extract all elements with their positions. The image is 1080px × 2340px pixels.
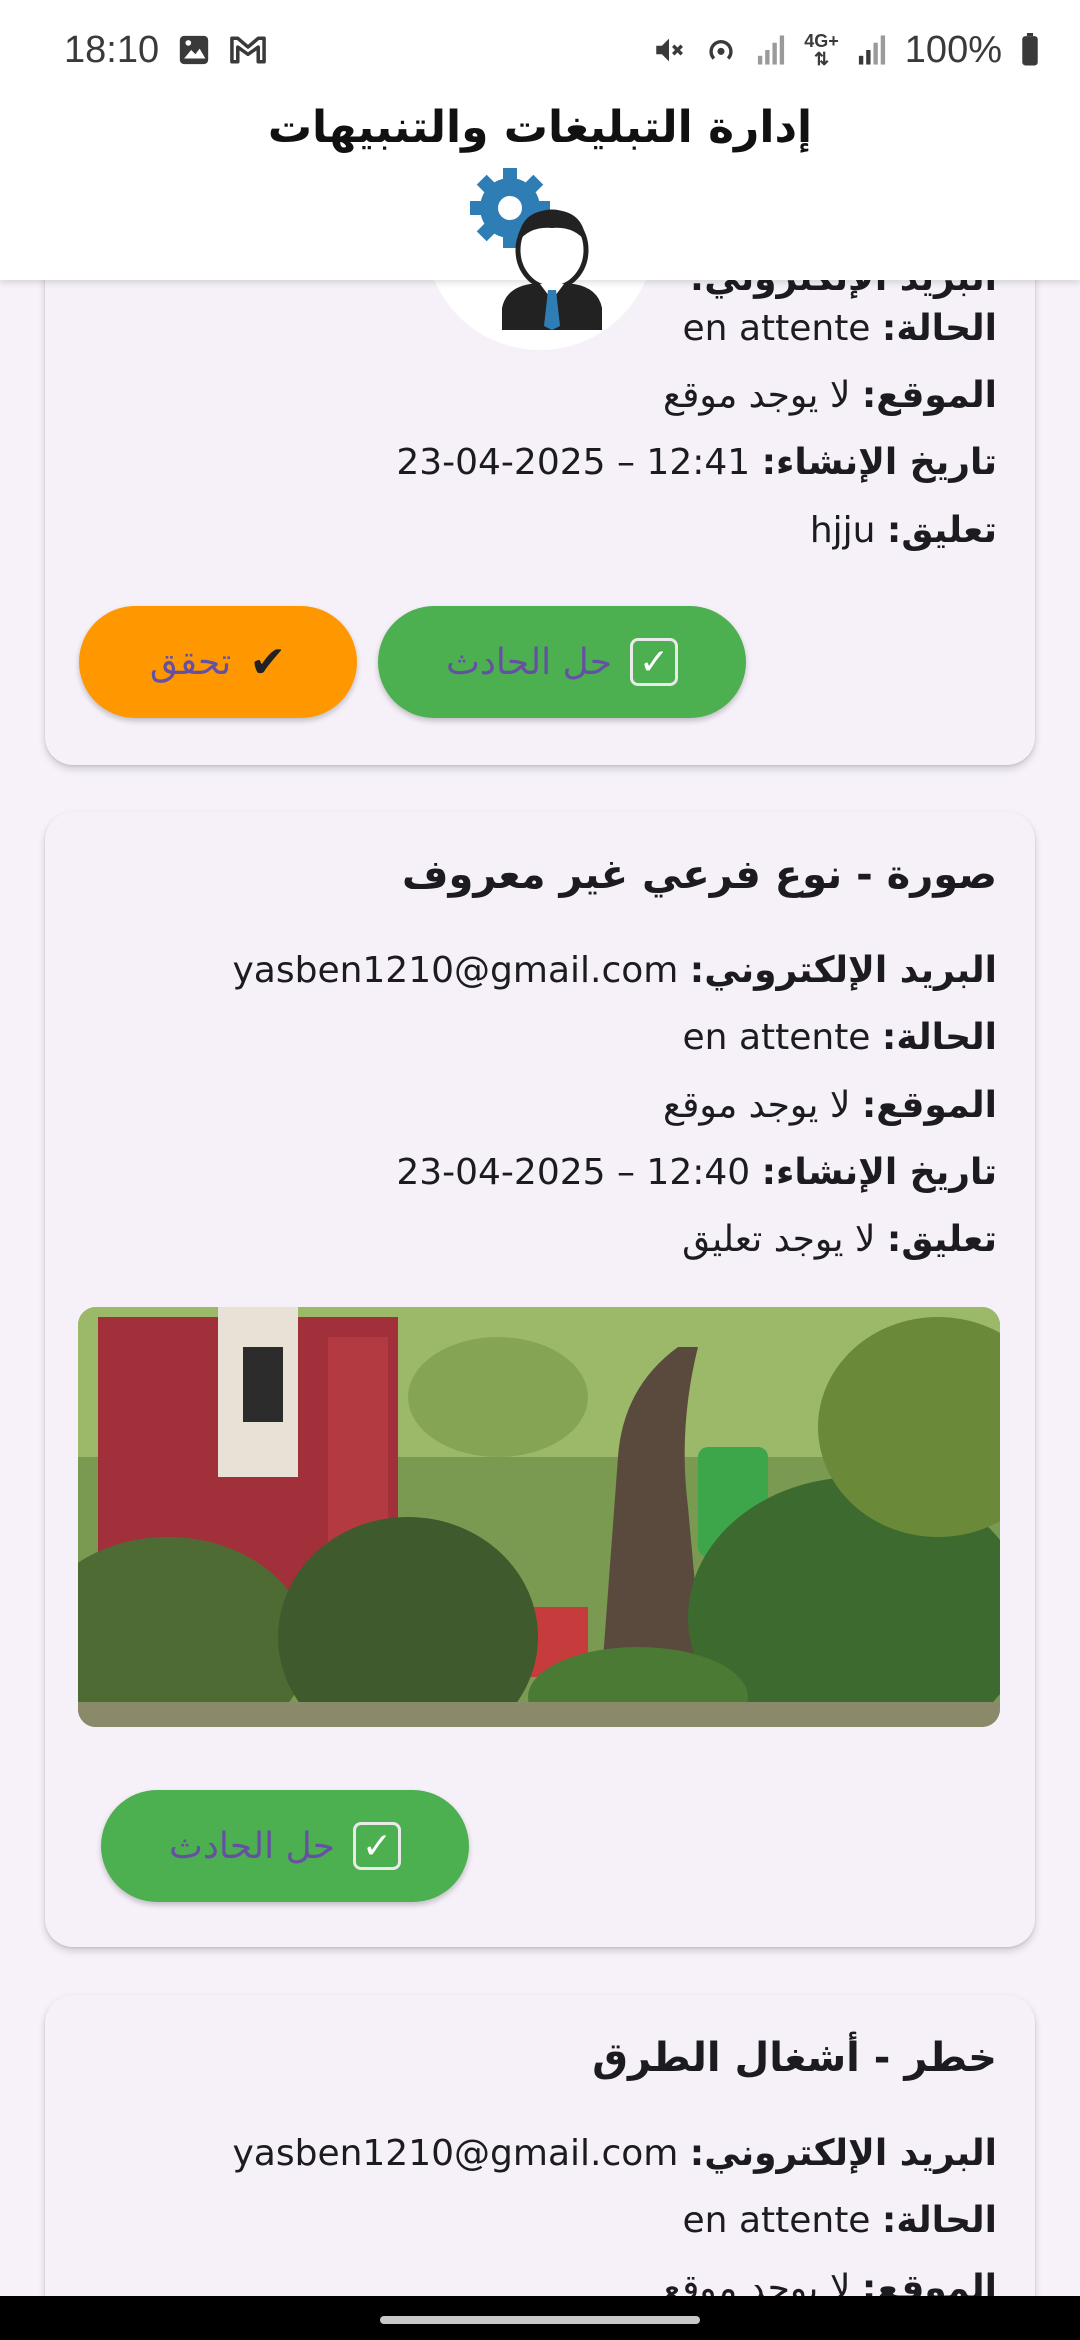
system-navigation-bar	[0, 2296, 1080, 2340]
status-row: الحالة: en attente	[683, 1017, 997, 1058]
status-bar: 18:10 4G+ ⇅ 100%	[0, 0, 1080, 100]
location-label: الموقع:	[861, 375, 997, 416]
verify-button-label: تحقق	[149, 641, 232, 683]
resolve-incident-button[interactable]: ✓ حل الحادث	[101, 1790, 469, 1902]
email-row: البريد الإلكتروني: yasben1210@gmail.com	[232, 950, 997, 991]
battery-percent: 100%	[904, 28, 1002, 71]
status-label: الحالة:	[881, 308, 997, 349]
page-title: إدارة التبليغات والتنبيهات	[267, 102, 813, 153]
created-label: تاريخ الإنشاء:	[761, 442, 997, 483]
email-label: البريد الإلكتروني:	[689, 2133, 997, 2174]
comment-value: لا يوجد تعليق	[682, 1219, 876, 1260]
location-row: الموقع: لا يوجد موقع	[663, 375, 997, 416]
created-row: تاريخ الإنشاء: 23-04-2025 – 12:41	[396, 442, 997, 483]
resolve-button-label: حل الحادث	[445, 641, 613, 683]
email-label: البريد الإلكتروني:	[689, 950, 997, 991]
status-label: الحالة:	[881, 1017, 997, 1058]
comment-row: تعليق: لا يوجد تعليق	[682, 1219, 997, 1260]
gallery-icon	[177, 33, 211, 67]
mute-icon	[652, 33, 686, 67]
hotspot-icon	[704, 33, 738, 67]
status-value: en attente	[682, 1017, 871, 1058]
comment-value: hjju	[809, 510, 876, 551]
home-gesture-handle[interactable]	[380, 2316, 700, 2324]
incident-card: خطر - أشغال الطرق البريد الإلكتروني: yas…	[45, 1995, 1035, 2296]
battery-icon	[1020, 33, 1040, 67]
tick-icon: ✔	[249, 636, 287, 688]
incident-photo[interactable]	[78, 1307, 1000, 1727]
status-row: الحالة: en attente	[683, 308, 997, 349]
status-value: en attente	[682, 2200, 871, 2241]
network-type: 4G+	[804, 31, 839, 51]
location-row: الموقع: لا يوجد موقع	[663, 1085, 997, 1126]
gmail-icon	[229, 35, 267, 65]
created-label: تاريخ الإنشاء:	[761, 1152, 997, 1193]
comment-label: تعليق:	[886, 1219, 997, 1260]
created-value: 23-04-2025 – 12:41	[396, 442, 751, 483]
status-value: en attente	[682, 308, 871, 349]
email-value: yasben1210@gmail.com	[232, 2133, 679, 2174]
status-label: الحالة:	[881, 2200, 997, 2241]
check-mark-icon: ✓	[353, 1822, 402, 1870]
screen: البريد الإلكتروني: الحالة: en attente ال…	[0, 0, 1080, 2340]
location-value: لا يوجد موقع	[662, 1085, 851, 1126]
admin-settings-icon	[470, 160, 610, 334]
card-title: خطر - أشغال الطرق	[592, 2035, 997, 2081]
verify-button[interactable]: ✔ تحقق	[79, 606, 357, 718]
location-label: الموقع:	[861, 1085, 997, 1126]
comment-row: تعليق: hjju	[810, 510, 997, 551]
mobile-data-icon: 4G+ ⇅	[804, 32, 839, 68]
email-value: yasben1210@gmail.com	[232, 950, 679, 991]
card-title: صورة - نوع فرعي غير معروف	[402, 852, 997, 898]
incident-card: صورة - نوع فرعي غير معروف البريد الإلكتر…	[45, 812, 1035, 1947]
location-row: الموقع: لا يوجد موقع	[663, 2268, 997, 2296]
signal-icon	[857, 34, 887, 66]
created-row: تاريخ الإنشاء: 23-04-2025 – 12:40	[396, 1152, 997, 1193]
resolve-incident-button[interactable]: ✓ حل الحادث	[378, 606, 746, 718]
signal-icon	[756, 34, 786, 66]
data-arrows-icon: ⇅	[813, 49, 830, 69]
location-value: لا يوجد موقع	[662, 375, 851, 416]
clock: 18:10	[64, 28, 160, 71]
location-value: لا يوجد موقع	[662, 2268, 851, 2296]
location-label: الموقع:	[861, 2268, 997, 2296]
check-mark-icon: ✓	[630, 638, 679, 686]
created-value: 23-04-2025 – 12:40	[396, 1152, 751, 1193]
garden-photo	[78, 1307, 1000, 1727]
comment-label: تعليق:	[886, 510, 997, 551]
resolve-button-label: حل الحادث	[168, 1825, 336, 1867]
email-row: البريد الإلكتروني: yasben1210@gmail.com	[232, 2133, 997, 2174]
status-row: الحالة: en attente	[683, 2200, 997, 2241]
